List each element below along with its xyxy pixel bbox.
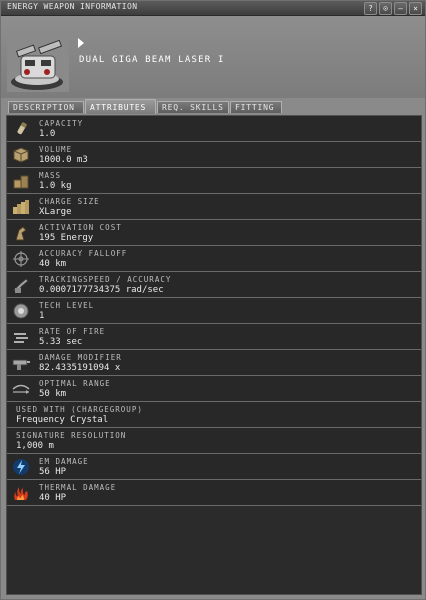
tab-description[interactable]: DESCRIPTION [8,101,84,113]
attribute-label: SIGNATURE RESOLUTION [16,431,127,440]
title-bar[interactable]: ENERGY WEAPON INFORMATION ? ⊙ – × [1,1,425,16]
info-button[interactable]: ⊙ [379,2,392,15]
attribute-value: 1 [39,311,45,321]
accuracy-falloff-icon [13,251,29,267]
attribute-row-activation-cost: ACTIVATION COST 195 Energy [7,220,421,246]
thermal-damage-icon [14,487,28,500]
minimize-button[interactable]: – [394,2,407,15]
tab-req-skills[interactable]: REQ. SKILLS [157,101,229,113]
attribute-value: 0.0007177734375 rad/sec [39,285,164,295]
attribute-value: 1000.0 m3 [39,155,88,165]
help-button[interactable]: ? [364,2,377,15]
optimal-range-icon [12,384,30,394]
attribute-row-thermal-damage: THERMAL DAMAGE 40 HP [7,480,421,506]
attribute-label: TECH LEVEL [39,301,95,310]
attribute-row-charge-size: CHARGE SIZE XLarge [7,194,421,220]
attribute-label: VOLUME [39,145,73,154]
attribute-label: ACTIVATION COST [39,223,122,232]
attribute-value: 195 Energy [39,233,94,243]
attribute-value: XLarge [39,207,72,217]
em-damage-icon [13,459,29,475]
window-title: ENERGY WEAPON INFORMATION [7,2,138,11]
attribute-value: 56 HP [39,467,67,477]
attribute-value: 50 km [39,389,67,399]
rate-of-fire-icon [14,333,28,343]
attribute-row-capacity: CAPACITY 1.0 [7,116,421,142]
damage-modifier-icon [12,359,30,370]
attribute-row-signature-resolution: SIGNATURE RESOLUTION 1,000 m [7,428,421,454]
activation-cost-icon [15,226,27,241]
charge-size-icon [13,200,29,214]
attributes-list: CAPACITY 1.0 VOLUME 1000.0 m3 MASS 1.0 k… [6,115,422,595]
attribute-row-accuracy-falloff: ACCURACY FALLOFF 40 km [7,246,421,272]
attribute-row-mass: MASS 1.0 kg [7,168,421,194]
mass-icon [13,175,29,189]
attribute-label: RATE OF FIRE [39,327,106,336]
tracking-speed-icon [13,278,29,293]
item-name: DUAL GIGA BEAM LASER I [79,55,225,65]
attribute-row-used-with: USED WITH (CHARGEGROUP) Frequency Crysta… [7,402,421,428]
attribute-row-volume: VOLUME 1000.0 m3 [7,142,421,168]
attribute-row-damage-modifier: DAMAGE MODIFIER 82.4335191094 x [7,350,421,376]
attribute-row-tracking-speed: TRACKINGSPEED / ACCURACY 0.0007177734375… [7,272,421,298]
attribute-value: Frequency Crystal [16,415,109,425]
attribute-value: 5.33 sec [39,337,83,347]
attribute-row-rate-of-fire: RATE OF FIRE 5.33 sec [7,324,421,350]
volume-icon [13,147,29,163]
attribute-label: THERMAL DAMAGE [39,483,117,492]
attribute-value: 40 km [39,259,67,269]
attribute-label: OPTIMAL RANGE [39,379,111,388]
attribute-row-tech-level: TECH LEVEL 1 [7,298,421,324]
info-window: ENERGY WEAPON INFORMATION ? ⊙ – × DUAL G… [0,0,426,600]
attribute-label: TRACKINGSPEED / ACCURACY [39,275,172,284]
laser-turret-icon [7,36,69,92]
attribute-label: MASS [39,171,62,180]
attribute-label: CAPACITY [39,119,84,128]
tab-attributes[interactable]: ATTRIBUTES [85,99,156,114]
attribute-value: 82.4335191094 x [39,363,121,373]
tab-fitting[interactable]: FITTING [230,101,282,113]
tech-level-icon [13,303,29,319]
attribute-row-optimal-range: OPTIMAL RANGE 50 km [7,376,421,402]
attribute-label: USED WITH (CHARGEGROUP) [16,405,143,414]
attribute-label: CHARGE SIZE [39,197,100,206]
attribute-label: DAMAGE MODIFIER [39,353,122,362]
attribute-value: 1.0 [39,129,56,139]
expand-arrow-icon[interactable] [78,38,84,48]
attribute-value: 1.0 kg [39,181,72,191]
attribute-label: ACCURACY FALLOFF [39,249,128,258]
attribute-value: 1,000 m [16,441,54,451]
capacity-icon [17,121,28,135]
item-header: DUAL GIGA BEAM LASER I [1,16,425,98]
tab-bar: DESCRIPTION ATTRIBUTES REQ. SKILLS FITTI… [1,98,425,114]
attribute-label: EM DAMAGE [39,457,89,466]
attribute-value: 40 HP [39,493,67,503]
close-button[interactable]: × [409,2,422,15]
attribute-row-em-damage: EM DAMAGE 56 HP [7,454,421,480]
